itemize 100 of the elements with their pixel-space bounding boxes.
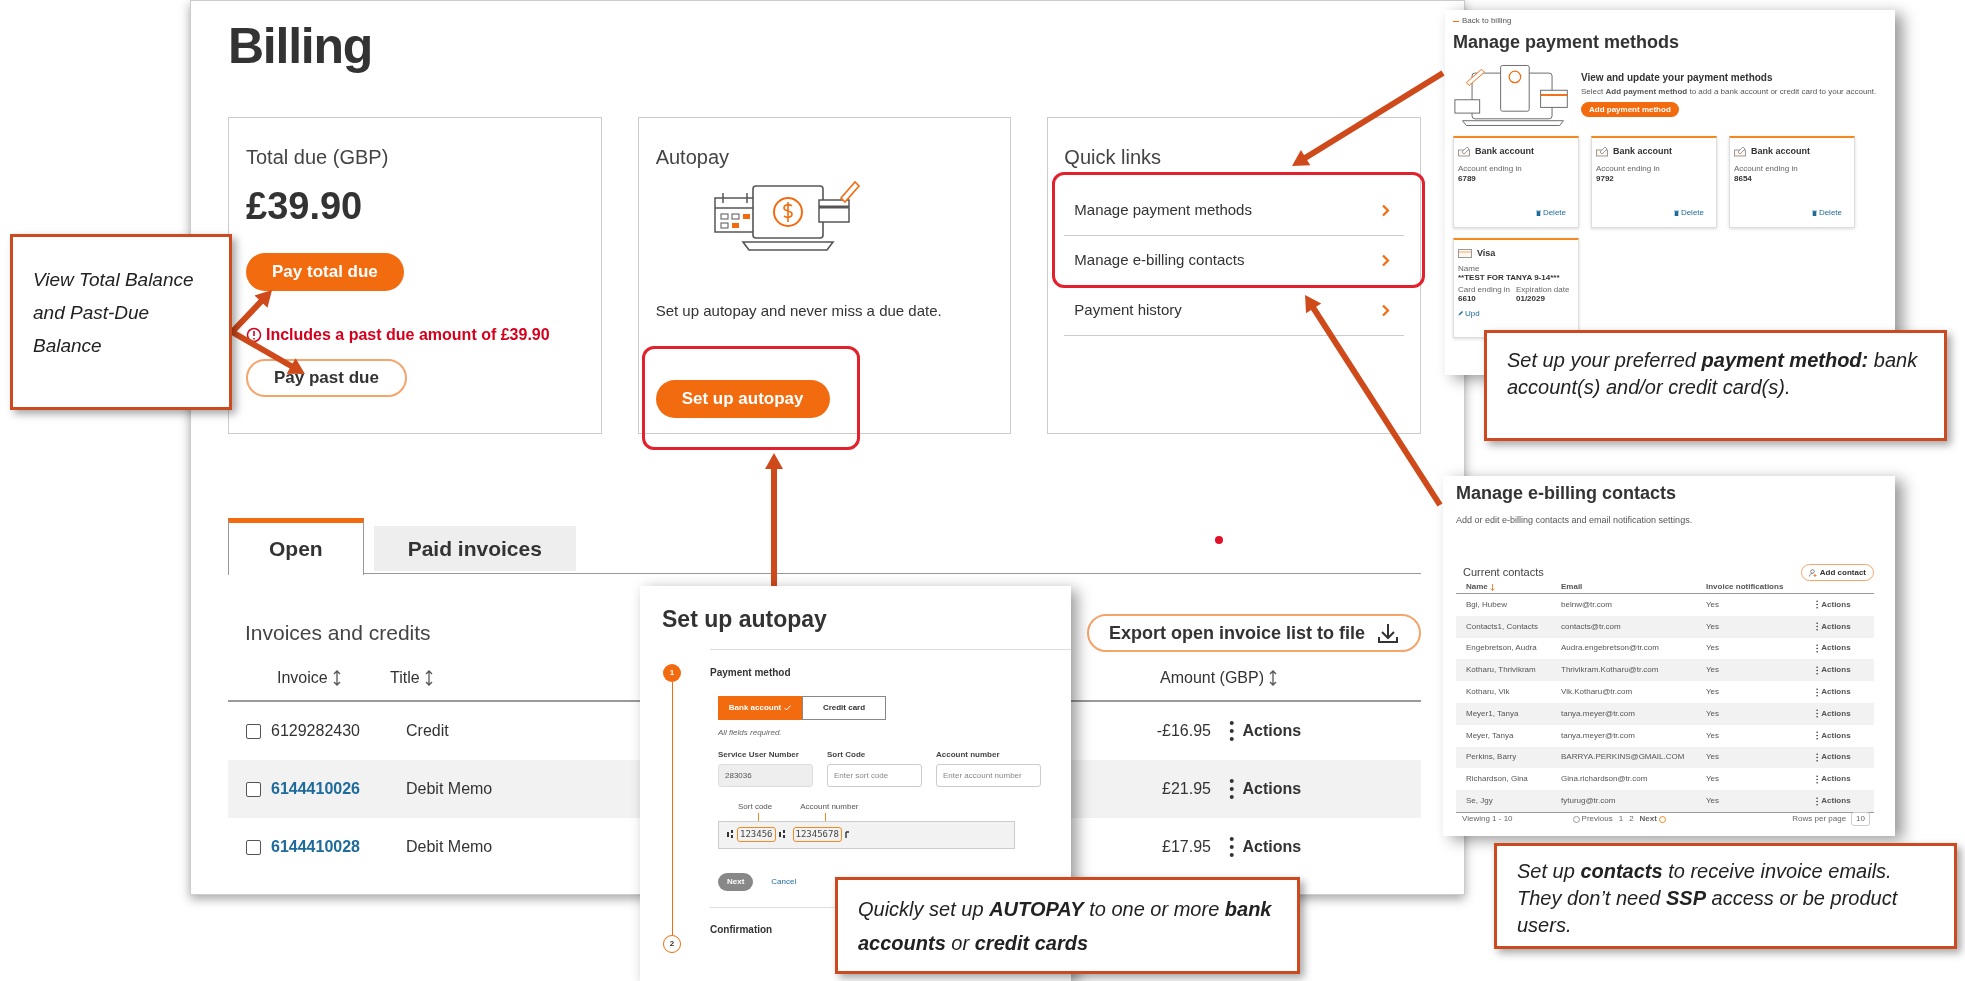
kebab-icon: [1816, 796, 1819, 806]
tab[interactable]: Open: [228, 518, 364, 575]
previous-link[interactable]: Previous: [1572, 813, 1613, 826]
actions-button[interactable]: Actions: [1816, 707, 1851, 720]
download-icon: [1377, 622, 1399, 644]
notification-setting: Yes: [1706, 752, 1720, 762]
card-label: Quick links: [1064, 145, 1162, 170]
viewing-count: Viewing 1 - 10: [1462, 813, 1513, 826]
notification-setting: Yes: [1706, 687, 1720, 697]
notification-setting: Yes: [1706, 599, 1720, 609]
sort-icon: [331, 670, 342, 686]
column-header[interactable]: Title: [390, 666, 434, 690]
actions-button[interactable]: Actions: [1816, 773, 1851, 786]
page-link[interactable]: 2: [1629, 813, 1634, 826]
kebab-icon: [1229, 836, 1235, 858]
delete-link[interactable]: Delete: [1811, 207, 1842, 219]
contact-email: Gina.richardson@tr.com: [1561, 774, 1648, 784]
actions-button[interactable]: Actions: [1816, 729, 1851, 742]
section-title: Invoices and credits: [245, 620, 431, 647]
quick-link[interactable]: Manage e-billing contacts: [1064, 236, 1405, 286]
kebab-icon: [1816, 687, 1819, 697]
kebab-icon: [1816, 752, 1819, 762]
actions-button[interactable]: Actions: [1229, 835, 1302, 859]
card-title: Bank account: [1751, 145, 1810, 158]
sort-icon: [423, 670, 434, 686]
contact-name: Kotharu, Vik: [1466, 687, 1510, 697]
rows-per-page-label: Rows per page: [1792, 813, 1847, 826]
rows-per-page-select[interactable]: 10: [1851, 812, 1870, 827]
kebab-icon: [1816, 774, 1819, 784]
text-field[interactable]: Enter sort code: [827, 763, 922, 787]
invoice-number: 6129282430: [271, 722, 360, 739]
trash-icon: [1535, 210, 1541, 216]
actions-button[interactable]: Actions: [1816, 664, 1851, 677]
field-value: 6610: [1458, 293, 1476, 303]
actions-button[interactable]: Actions: [1816, 795, 1851, 808]
chevron-right-icon: [1381, 204, 1391, 217]
card-title: Visa: [1477, 247, 1496, 260]
check-icon: [784, 704, 792, 711]
column-header: Email: [1561, 582, 1583, 591]
contact-email: fyturug@tr.com: [1561, 796, 1616, 806]
kebab-icon: [1816, 731, 1819, 741]
contact-name: Richardson, Gina: [1466, 774, 1528, 784]
intro-title: View and update your payment methods: [1581, 71, 1773, 85]
field-label: Service User Number: [718, 748, 799, 761]
checkbox[interactable]: [246, 723, 261, 739]
pencil-icon: [1458, 310, 1463, 316]
next-link[interactable]: Next: [1639, 813, 1666, 826]
field-label: Name: [1458, 263, 1480, 273]
actions-button[interactable]: Actions: [1816, 598, 1851, 611]
invoice-link[interactable]: 6144410028: [271, 838, 360, 855]
micr-symbol-icon: [727, 830, 734, 839]
column-header[interactable]: Amount (GBP): [1160, 666, 1279, 690]
page-link[interactable]: 1: [1618, 813, 1624, 826]
actions-button[interactable]: Actions: [1229, 719, 1302, 743]
contact-email: belnw@tr.com: [1561, 599, 1612, 609]
cancel-link[interactable]: Cancel: [771, 875, 797, 888]
kebab-icon: [1816, 622, 1819, 632]
update-link[interactable]: Upd: [1458, 308, 1480, 318]
actions-button[interactable]: Actions: [1816, 686, 1851, 699]
contact-email: Audra.engebretson@tr.com: [1561, 643, 1659, 653]
quick-link[interactable]: Manage payment methods: [1064, 186, 1405, 236]
next-button[interactable]: Next: [718, 872, 754, 891]
card-title: Bank account: [1475, 145, 1534, 158]
export-button[interactable]: Export open invoice list to file: [1086, 614, 1421, 652]
actions-button[interactable]: Actions: [1229, 777, 1302, 801]
text-field[interactable]: Enter account number: [936, 763, 1041, 787]
field-value: 8654: [1734, 173, 1752, 184]
kebab-icon: [1816, 600, 1819, 610]
actions-button[interactable]: Actions: [1816, 751, 1851, 764]
contact-email: Thrivikram.Kotharu@tr.com: [1561, 665, 1659, 675]
payment-type-tab[interactable]: Credit card: [802, 695, 886, 720]
invoice-amount: £21.95: [1162, 779, 1211, 799]
actions-button[interactable]: Actions: [1816, 642, 1851, 655]
checkbox[interactable]: [246, 839, 261, 855]
notification-setting: Yes: [1706, 730, 1720, 740]
contact-email: contacts@tr.com: [1561, 621, 1621, 631]
delete-link[interactable]: Delete: [1673, 207, 1704, 219]
field-label: Account number: [936, 748, 1000, 761]
card-icon: [1458, 249, 1472, 259]
notification-setting: Yes: [1706, 796, 1720, 806]
contact-name: Contacts1, Contacts: [1466, 621, 1539, 631]
invoice-title: Debit Memo: [406, 838, 493, 855]
delete-link[interactable]: Delete: [1535, 207, 1566, 219]
column-header[interactable]: Invoice: [277, 666, 342, 690]
trash-icon: [1811, 210, 1817, 216]
field-label: Account ending in: [1596, 163, 1660, 174]
contact-email: tanya.meyer@tr.com: [1561, 708, 1635, 718]
actions-button[interactable]: Actions: [1816, 620, 1851, 633]
notification-setting: Yes: [1706, 665, 1720, 675]
tab[interactable]: Paid invoices: [373, 526, 576, 571]
checkbox[interactable]: [246, 781, 261, 797]
page-title: Manage e-billing contacts: [1456, 483, 1677, 503]
trash-icon: [1673, 210, 1679, 216]
column-header[interactable]: Name: [1466, 581, 1495, 593]
page-subtitle: Add or edit e-billing contacts and email notification settings.: [1456, 515, 1693, 525]
back-link[interactable]: Back to billing: [1453, 15, 1512, 27]
autopay-description: Set up autopay and never miss a due date.: [655, 301, 942, 321]
invoice-link[interactable]: 6144410026: [271, 780, 360, 797]
card-title: Bank account: [1613, 145, 1672, 158]
alert-icon: [246, 327, 262, 343]
